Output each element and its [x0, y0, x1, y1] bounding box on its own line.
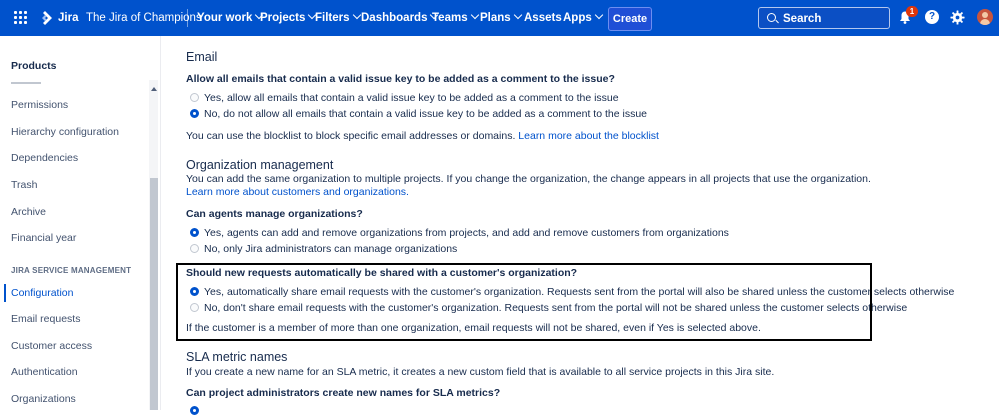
sidebar-item-authentication[interactable]: Authentication [11, 366, 78, 378]
sidebar-scrollbar-thumb[interactable] [150, 178, 158, 410]
search-input[interactable] [781, 9, 885, 29]
email-option-no-radio[interactable] [190, 109, 199, 118]
org-description: You can add the same organization to mul… [186, 173, 871, 185]
nav-dashboards[interactable]: Dashboards [361, 0, 439, 36]
sidebar-item-trash[interactable]: Trash [11, 179, 37, 191]
search-box[interactable] [758, 7, 890, 29]
sidebar-title: Products [11, 60, 57, 72]
email-question: Allow all emails that contain a valid is… [186, 73, 615, 85]
sidebar-item-dependencies[interactable]: Dependencies [11, 152, 78, 164]
main-content: Email Allow all emails that contain a va… [186, 36, 999, 415]
nav-separator [187, 9, 188, 27]
nav-filters[interactable]: Filters [315, 0, 361, 36]
jira-logo-icon[interactable] [37, 10, 53, 26]
nav-plans[interactable]: Plans [480, 0, 522, 36]
org-learn-more-link[interactable]: Learn more about customers and organizat… [186, 186, 409, 198]
nav-assets[interactable]: Assets [524, 0, 562, 36]
sidebar-clipped-item [11, 82, 41, 84]
user-avatar[interactable] [977, 9, 993, 25]
active-indicator [4, 284, 6, 302]
sidebar-item-archive[interactable]: Archive [11, 206, 46, 218]
org-question: Can agents manage organizations? [186, 208, 363, 220]
sla-option-yes-radio[interactable] [190, 406, 199, 415]
app-switcher-icon[interactable] [14, 11, 27, 24]
sidebar-item-customer-access[interactable]: Customer access [11, 340, 92, 352]
sla-heading: SLA metric names [186, 350, 288, 364]
org-option-no-label[interactable]: No, only Jira administrators can manage … [204, 243, 457, 255]
org-option-yes-label[interactable]: Yes, agents can add and remove organizat… [204, 227, 729, 239]
nav-projects[interactable]: Projects [260, 0, 317, 36]
chevron-down-icon [352, 10, 361, 20]
email-option-no-label[interactable]: No, do not allow all emails that contain… [204, 108, 647, 120]
nav-apps[interactable]: Apps [563, 0, 603, 36]
highlight-annotation-box [176, 263, 872, 341]
chevron-down-icon [594, 10, 603, 20]
top-navigation: Jira The Jira of Champions Your work Pro… [0, 0, 999, 36]
search-icon [767, 13, 776, 22]
email-option-yes-label[interactable]: Yes, allow all emails that contain a val… [204, 92, 619, 104]
email-heading: Email [186, 50, 218, 64]
org-heading: Organization management [186, 158, 334, 172]
sidebar-section-jsm: JIRA SERVICE MANAGEMENT [11, 266, 132, 275]
sidebar-item-email-requests[interactable]: Email requests [11, 313, 80, 325]
sla-question: Can project administrators create new na… [186, 387, 501, 399]
org-option-yes-radio[interactable] [190, 228, 199, 237]
sidebar-item-hierarchy-configuration[interactable]: Hierarchy configuration [11, 126, 119, 138]
settings-gear-icon[interactable] [950, 10, 965, 25]
chevron-down-icon [513, 10, 522, 20]
sidebar-item-financial-year[interactable]: Financial year [11, 232, 76, 244]
notification-count-badge: 1 [906, 6, 918, 17]
org-option-no-radio[interactable] [190, 244, 199, 253]
sidebar: Products Permissions Hierarchy configura… [0, 36, 161, 410]
nav-your-work[interactable]: Your work [197, 0, 264, 36]
chevron-down-icon [470, 10, 479, 20]
create-button[interactable]: Create [608, 7, 652, 31]
sidebar-item-organizations[interactable]: Organizations [11, 393, 76, 405]
sidebar-item-configuration[interactable]: Configuration [11, 287, 73, 299]
nav-teams[interactable]: Teams [432, 0, 479, 36]
blocklist-note: You can use the blocklist to block speci… [186, 130, 659, 142]
project-name[interactable]: The Jira of Champions [86, 0, 202, 36]
sidebar-item-permissions[interactable]: Permissions [11, 99, 68, 111]
help-icon[interactable]: ? [925, 10, 939, 24]
scroll-up-arrow-icon[interactable] [151, 87, 157, 91]
brand-name[interactable]: Jira [58, 0, 78, 36]
email-option-yes-radio[interactable] [190, 93, 199, 102]
blocklist-link[interactable]: Learn more about the blocklist [518, 130, 659, 142]
sla-description: If you create a new name for an SLA metr… [186, 366, 775, 378]
